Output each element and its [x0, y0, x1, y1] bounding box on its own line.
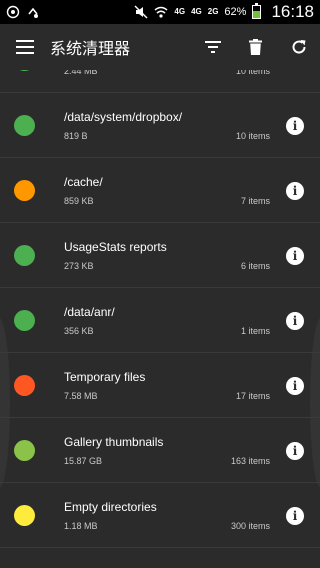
filter-button[interactable]: [191, 24, 234, 70]
refresh-button[interactable]: [277, 24, 320, 70]
item-count: 10 items: [235, 131, 270, 141]
list-item[interactable]: Empty directories 1.18 MB 300 items i: [0, 483, 320, 548]
info-icon[interactable]: i: [286, 377, 304, 395]
battery-icon: [252, 3, 262, 19]
item-title: Temporary files: [64, 370, 146, 384]
list-item[interactable]: 2.44 MB 10 items i: [0, 70, 320, 93]
item-title: UsageStats reports: [64, 240, 167, 254]
menu-button[interactable]: [0, 24, 50, 70]
notification-app-icon: [6, 5, 20, 19]
status-dot-icon: [14, 505, 35, 526]
notification-link-icon: [26, 5, 40, 19]
info-icon[interactable]: i: [286, 442, 304, 460]
status-dot-icon: [14, 180, 35, 201]
filter-icon: [204, 41, 221, 53]
item-size: 7.58 MB: [64, 391, 98, 401]
item-count: 6 items: [240, 261, 270, 271]
item-size: 273 KB: [64, 261, 94, 271]
refresh-icon: [292, 40, 306, 54]
status-dot-icon: [14, 245, 35, 266]
item-size: 819 B: [64, 131, 88, 141]
item-title: /data/anr/: [64, 305, 115, 319]
app-bar: 系统清理器: [0, 24, 320, 70]
info-icon[interactable]: i: [286, 117, 304, 135]
status-dot-icon: [14, 310, 35, 331]
info-icon[interactable]: i: [286, 312, 304, 330]
list-item[interactable]: UsageStats reports 273 KB 6 items i: [0, 223, 320, 288]
info-icon[interactable]: i: [286, 182, 304, 200]
status-dot-icon: [14, 440, 35, 461]
item-size: 859 KB: [64, 196, 94, 206]
list-item[interactable]: /cache/ 859 KB 7 items i: [0, 158, 320, 223]
item-title: /data/system/dropbox/: [64, 110, 183, 124]
status-dot-icon: [14, 70, 35, 71]
list-item[interactable]: Gallery thumbnails 15.87 GB 163 items i: [0, 418, 320, 483]
battery-percent: 62%: [224, 6, 247, 18]
item-size: 15.87 GB: [64, 456, 103, 466]
item-count: 1 items: [240, 326, 270, 336]
list-item[interactable]: /data/system/dropbox/ 819 B 10 items i: [0, 93, 320, 158]
menu-icon: [16, 40, 34, 54]
delete-button[interactable]: [234, 24, 277, 70]
item-count: 7 items: [240, 196, 270, 206]
status-dot-icon: [14, 375, 35, 396]
item-size: 356 KB: [64, 326, 94, 336]
page-title: 系统清理器: [50, 39, 131, 58]
trash-icon: [249, 39, 262, 55]
cleaner-list: 2.44 MB 10 items i /data/system/dropbox/…: [0, 70, 320, 568]
status-bar: 4G 4G 2G 62% 16:18: [0, 0, 320, 24]
status-dot-icon: [14, 115, 35, 136]
info-icon[interactable]: i: [286, 247, 304, 265]
item-count: 10 items: [235, 70, 270, 76]
item-count: 17 items: [235, 391, 270, 401]
item-title: Empty directories: [64, 500, 157, 514]
item-size: 1.18 MB: [64, 521, 98, 531]
item-title: Gallery thumbnails: [64, 435, 164, 449]
network-type-2: 4G: [191, 7, 202, 16]
item-count: 163 items: [230, 456, 270, 466]
wifi-icon: [154, 5, 168, 19]
network-type-1: 4G: [174, 7, 186, 16]
item-size: 2.44 MB: [64, 70, 98, 76]
list-item[interactable]: Temporary files 7.58 MB 17 items i: [0, 353, 320, 418]
mute-icon: [134, 5, 148, 19]
item-title: /cache/: [64, 175, 103, 189]
list-item[interactable]: /data/anr/ 356 KB 1 items i: [0, 288, 320, 353]
network-type-3: 2G: [207, 7, 219, 16]
clock: 16:18: [271, 2, 314, 21]
info-icon[interactable]: i: [286, 507, 304, 525]
item-count: 300 items: [230, 521, 270, 531]
